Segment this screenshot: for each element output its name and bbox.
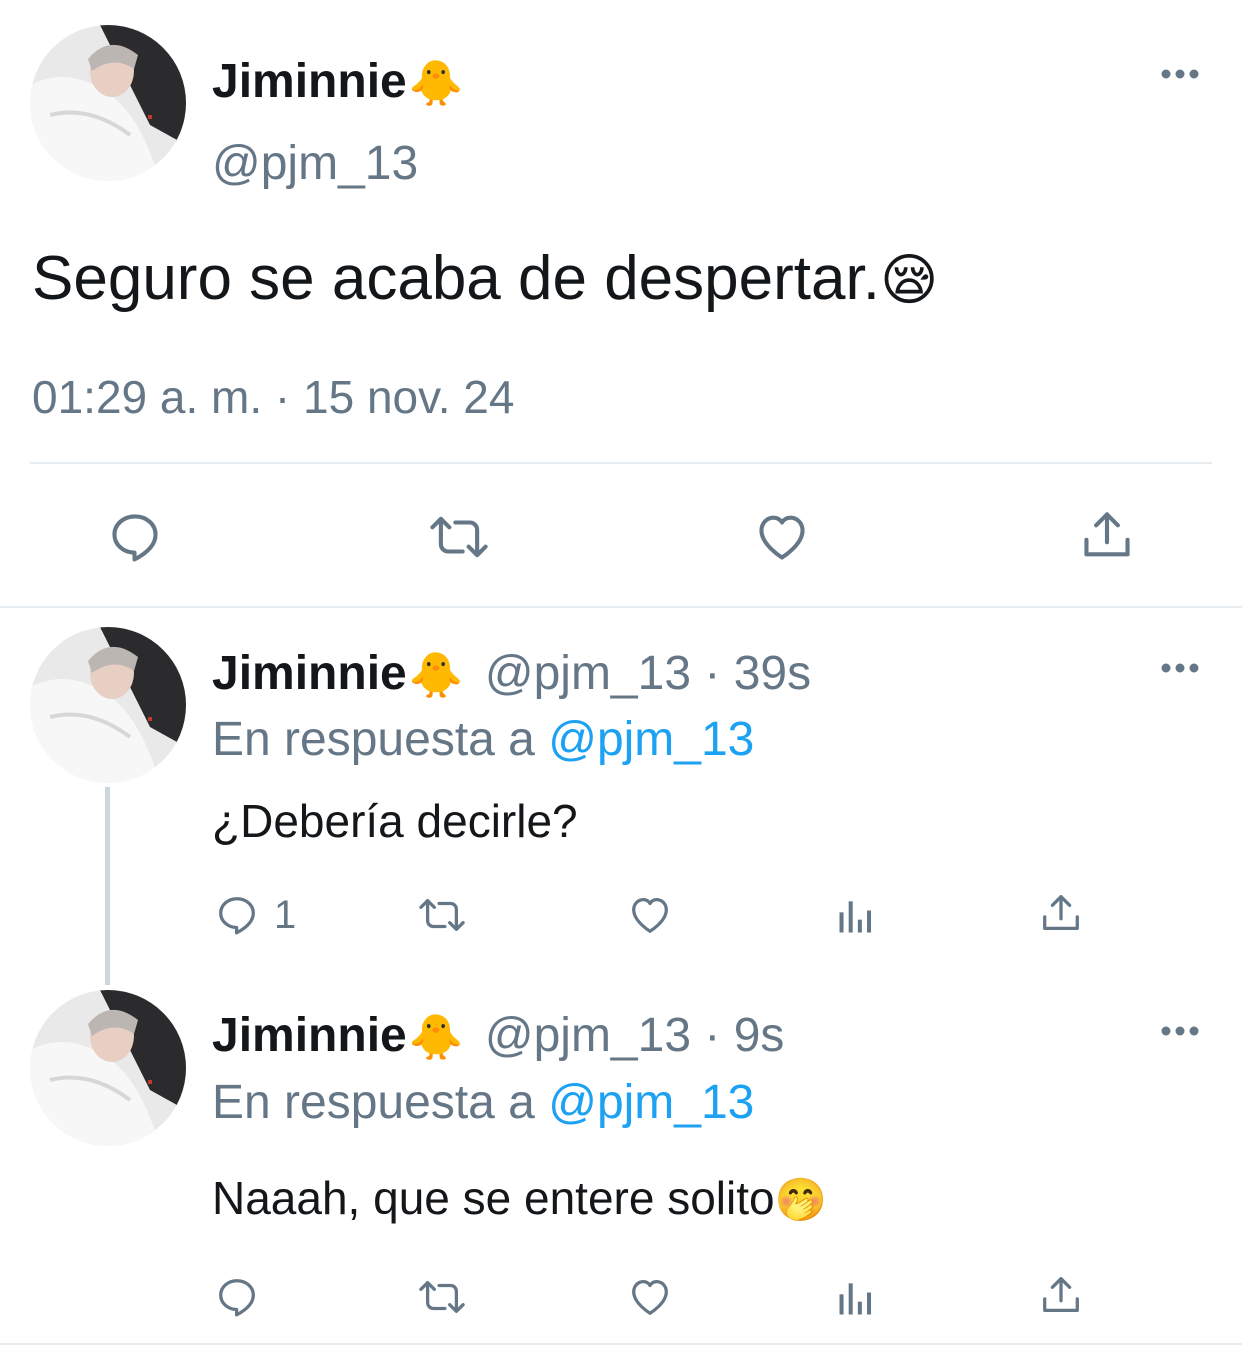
- reply-context: En respuesta a @pjm_13: [212, 716, 754, 764]
- retweet-icon[interactable]: [414, 892, 470, 938]
- display-name[interactable]: Jiminnie🐥: [212, 58, 464, 106]
- avatar[interactable]: [30, 25, 186, 181]
- tweet-time[interactable]: 39s: [734, 647, 811, 700]
- reply-icon[interactable]: [106, 508, 164, 566]
- more-icon[interactable]: [1158, 64, 1202, 84]
- chick-emoji-icon: 🐥: [408, 59, 464, 109]
- tweet-text: Seguro se acaba de despertar.😪: [32, 248, 938, 310]
- hand-over-mouth-emoji-icon: 🤭: [774, 1176, 827, 1223]
- share-icon[interactable]: [1078, 506, 1136, 564]
- tweet-text-body: Naaah, que se entere solito: [212, 1172, 775, 1224]
- analytics-icon[interactable]: [834, 1276, 878, 1320]
- analytics-icon[interactable]: [834, 894, 878, 938]
- reply-prefix: En respuesta a: [212, 1076, 535, 1129]
- reply-icon[interactable]: [214, 1274, 260, 1320]
- display-name[interactable]: Jiminnie: [212, 647, 407, 700]
- divider: [0, 606, 1242, 608]
- display-name-text: Jiminnie: [212, 55, 407, 108]
- reply-header: Jiminnie🐥 @pjm_13 · 9s: [212, 1012, 784, 1060]
- retweet-icon[interactable]: [414, 1274, 470, 1320]
- share-icon[interactable]: [1038, 1272, 1084, 1318]
- reply-context: En respuesta a @pjm_13: [212, 1079, 754, 1127]
- reply-button[interactable]: 1: [214, 892, 296, 938]
- more-icon[interactable]: [1158, 1021, 1202, 1041]
- handle[interactable]: @pjm_13: [212, 140, 418, 188]
- tweet-text: ¿Debería decirle?: [212, 795, 578, 847]
- tweet-text: Naaah, que se entere solito🤭: [212, 1175, 827, 1221]
- avatar[interactable]: [30, 990, 186, 1146]
- reply-to-link[interactable]: @pjm_13: [548, 713, 754, 766]
- tweet-time[interactable]: 9s: [734, 1009, 785, 1062]
- chick-emoji-icon: 🐥: [408, 1013, 464, 1063]
- like-icon[interactable]: [752, 508, 812, 566]
- reply-header: Jiminnie🐥 @pjm_13 · 39s: [212, 650, 811, 698]
- divider: [30, 462, 1212, 464]
- avatar[interactable]: [30, 627, 186, 783]
- timestamp[interactable]: 01:29 a. m. · 15 nov. 24: [32, 374, 514, 420]
- chick-emoji-icon: 🐥: [408, 651, 464, 701]
- reply-count: 1: [274, 892, 297, 937]
- divider: [0, 1343, 1242, 1345]
- handle[interactable]: @pjm_13: [485, 1009, 691, 1062]
- thread-line: [105, 787, 110, 985]
- separator: ·: [704, 647, 721, 700]
- separator: ·: [704, 1009, 721, 1062]
- reply-icon: [214, 892, 260, 938]
- handle[interactable]: @pjm_13: [485, 647, 691, 700]
- more-icon[interactable]: [1158, 658, 1202, 678]
- display-name[interactable]: Jiminnie: [212, 1009, 407, 1062]
- like-icon[interactable]: [626, 1274, 674, 1320]
- tweet-text-body: Seguro se acaba de despertar.: [32, 244, 880, 313]
- like-icon[interactable]: [626, 892, 674, 938]
- retweet-icon[interactable]: [425, 508, 493, 566]
- share-icon[interactable]: [1038, 890, 1084, 936]
- reply-prefix: En respuesta a: [212, 713, 535, 766]
- sleepy-face-emoji-icon: 😪: [879, 248, 939, 311]
- reply-to-link[interactable]: @pjm_13: [548, 1076, 754, 1129]
